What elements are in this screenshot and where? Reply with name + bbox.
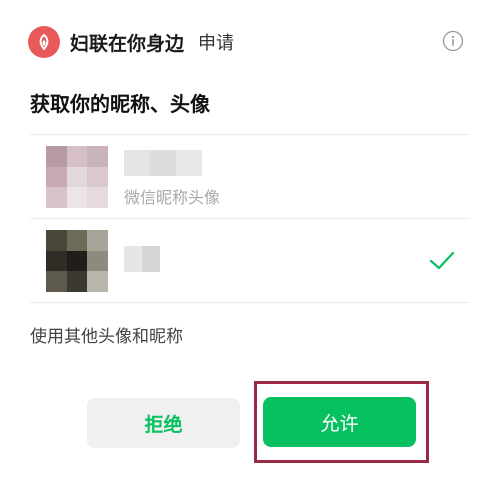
app-name: 妇联在你身边 <box>70 32 185 55</box>
info-icon[interactable] <box>442 30 464 52</box>
highlight-box <box>254 381 429 463</box>
avatar <box>46 146 108 208</box>
checkmark-icon <box>428 250 456 272</box>
deny-button[interactable]: 拒绝 <box>87 398 240 448</box>
avatar <box>46 230 108 292</box>
header: 妇联在你身边 申请 <box>28 24 472 60</box>
divider <box>30 134 470 135</box>
nickname-blurred <box>124 246 160 272</box>
page-title: 获取你的昵称、头像 <box>30 92 210 116</box>
flower-logo-icon <box>28 26 60 58</box>
account-option-wechat[interactable]: 微信昵称头像 <box>30 136 470 218</box>
apply-text: 申请 <box>198 33 235 54</box>
divider <box>30 302 470 303</box>
use-other-avatar-link[interactable]: 使用其他头像和昵称 <box>30 322 183 347</box>
account-option-current[interactable] <box>30 220 470 302</box>
divider <box>30 218 470 219</box>
nickname-blurred <box>124 150 202 176</box>
account-sub-label: 微信昵称头像 <box>124 188 221 207</box>
